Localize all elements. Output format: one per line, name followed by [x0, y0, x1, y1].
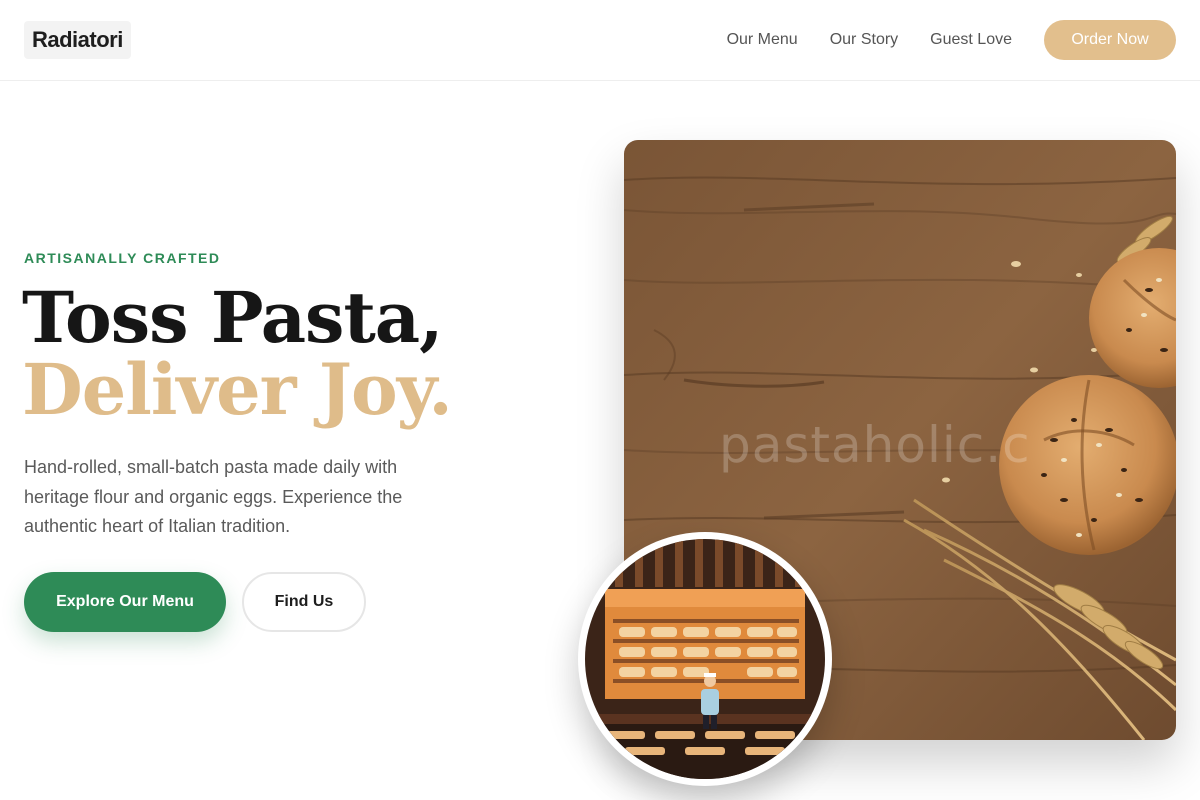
order-now-button[interactable]: Order Now	[1044, 20, 1176, 60]
explore-menu-button[interactable]: Explore Our Menu	[24, 572, 226, 632]
bakery-inset-image	[578, 532, 832, 786]
headline-line-1: Toss Pasta,	[22, 276, 444, 359]
hero-headline: Toss Pasta, Deliver Joy.	[22, 282, 542, 426]
image-watermark: pastaholic.c	[719, 416, 1031, 474]
headline-line-2: Deliver Joy.	[22, 348, 453, 431]
hero-eyebrow: ARTISANALLY CRAFTED	[24, 250, 221, 266]
nav-link-our-story[interactable]: Our Story	[830, 31, 898, 49]
bakery-interior-illustration	[585, 539, 825, 779]
nav-link-guest-love[interactable]: Guest Love	[930, 31, 1012, 49]
find-us-button[interactable]: Find Us	[242, 572, 366, 632]
brand-logo[interactable]: Radiatori	[24, 21, 131, 59]
bakery-inset-frame	[585, 539, 825, 779]
site-header: Radiatori Our Menu Our Story Guest Love …	[0, 0, 1200, 81]
main-nav: Our Menu Our Story Guest Love Order Now	[727, 20, 1176, 60]
nav-link-our-menu[interactable]: Our Menu	[727, 31, 798, 49]
hero-description: Hand-rolled, small-batch pasta made dail…	[24, 457, 403, 536]
